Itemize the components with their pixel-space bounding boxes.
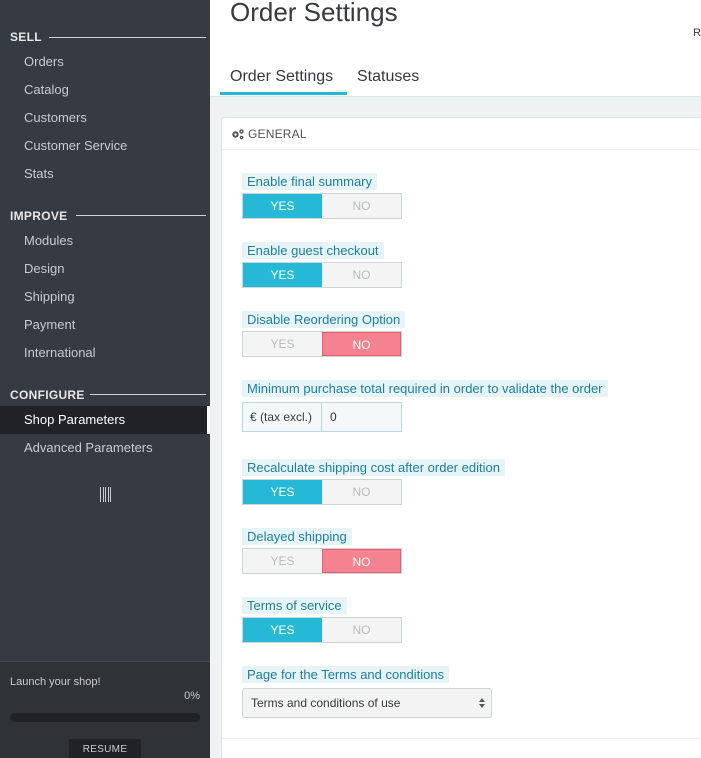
terms-page-select[interactable]: Terms and conditions of use <box>242 688 492 718</box>
gears-icon <box>232 129 244 140</box>
sidebar-section-configure: CONFIGURE <box>10 388 85 402</box>
switch-enable-final-summary[interactable]: YES NO <box>242 193 402 219</box>
sidebar-item-catalog[interactable]: Catalog <box>0 76 210 104</box>
label-minimum-purchase: Minimum purchase total required in order… <box>242 380 608 397</box>
minimum-purchase-input[interactable]: 0 <box>322 403 401 431</box>
section-divider <box>90 394 206 395</box>
tab-order-settings[interactable]: Order Settings <box>230 68 333 86</box>
sidebar-section-improve: IMPROVE <box>10 209 68 223</box>
switch-no-option[interactable]: NO <box>321 332 401 356</box>
label-enable-guest-checkout: Enable guest checkout <box>242 242 384 259</box>
switch-yes-option[interactable]: YES <box>243 549 322 573</box>
sidebar-item-modules[interactable]: Modules <box>0 227 210 255</box>
switch-no-option[interactable]: NO <box>322 263 401 287</box>
section-divider <box>76 215 206 216</box>
active-tab-indicator <box>220 92 347 95</box>
select-value: Terms and conditions of use <box>251 696 401 710</box>
panel-title: GENERAL <box>248 127 307 141</box>
sidebar-item-stats[interactable]: Stats <box>0 160 210 188</box>
sidebar-item-design[interactable]: Design <box>0 255 210 283</box>
select-arrows-icon <box>479 698 485 708</box>
launch-shop-box: Launch your shop! 0% RESUME <box>0 661 210 758</box>
switch-no-option[interactable]: NO <box>322 194 401 218</box>
currency-addon: € (tax excl.) <box>243 403 322 431</box>
switch-disable-reordering[interactable]: YES NO <box>242 331 402 357</box>
switch-yes-option[interactable]: YES <box>243 618 322 642</box>
switch-no-option[interactable]: NO <box>322 480 401 504</box>
label-disable-reordering: Disable Reordering Option <box>242 311 406 328</box>
header-right-text[interactable]: R <box>693 27 701 39</box>
switch-yes-option[interactable]: YES <box>243 332 322 356</box>
minimum-purchase-input-group: € (tax excl.) 0 <box>242 402 402 432</box>
launch-text: Launch your shop! <box>10 676 101 688</box>
switch-recalculate-shipping[interactable]: YES NO <box>242 479 402 505</box>
collapse-menu-icon[interactable] <box>100 487 111 502</box>
label-enable-final-summary: Enable final summary <box>242 173 377 190</box>
sidebar-item-customers[interactable]: Customers <box>0 104 210 132</box>
sidebar-item-payment[interactable]: Payment <box>0 311 210 339</box>
sidebar-item-international[interactable]: International <box>0 339 210 367</box>
page-header: Order Settings R Order Settings Statuses <box>210 0 701 97</box>
page-title: Order Settings <box>230 0 398 27</box>
resume-button[interactable]: RESUME <box>69 739 141 758</box>
sidebar-item-shop-parameters[interactable]: Shop Parameters <box>0 406 210 434</box>
label-terms-page: Page for the Terms and conditions <box>242 666 450 683</box>
section-divider <box>49 37 206 38</box>
sidebar-item-advanced-parameters[interactable]: Advanced Parameters <box>0 434 210 462</box>
tab-statuses[interactable]: Statuses <box>357 68 419 86</box>
switch-no-option[interactable]: NO <box>322 618 401 642</box>
launch-percent: 0% <box>184 690 200 702</box>
label-terms-of-service: Terms of service <box>242 597 347 614</box>
switch-terms-of-service[interactable]: YES NO <box>242 617 402 643</box>
panel-footer-divider <box>222 738 701 739</box>
sidebar-item-orders[interactable]: Orders <box>0 48 210 76</box>
switch-no-option[interactable]: NO <box>321 549 401 573</box>
label-recalculate-shipping: Recalculate shipping cost after order ed… <box>242 459 505 476</box>
switch-delayed-shipping[interactable]: YES NO <box>242 548 402 574</box>
label-delayed-shipping: Delayed shipping <box>242 528 352 545</box>
switch-yes-option[interactable]: YES <box>243 263 322 287</box>
sidebar-section-sell: SELL <box>10 30 42 44</box>
launch-progress-bar <box>10 713 200 722</box>
general-panel: GENERAL Enable final summary YES NO Enab… <box>221 117 701 758</box>
sidebar-item-shipping[interactable]: Shipping <box>0 283 210 311</box>
sidebar: SELL Orders Catalog Customers Customer S… <box>0 0 210 758</box>
switch-yes-option[interactable]: YES <box>243 194 322 218</box>
panel-heading: GENERAL <box>222 118 701 150</box>
switch-enable-guest-checkout[interactable]: YES NO <box>242 262 402 288</box>
sidebar-item-customer-service[interactable]: Customer Service <box>0 132 210 160</box>
switch-yes-option[interactable]: YES <box>243 480 322 504</box>
